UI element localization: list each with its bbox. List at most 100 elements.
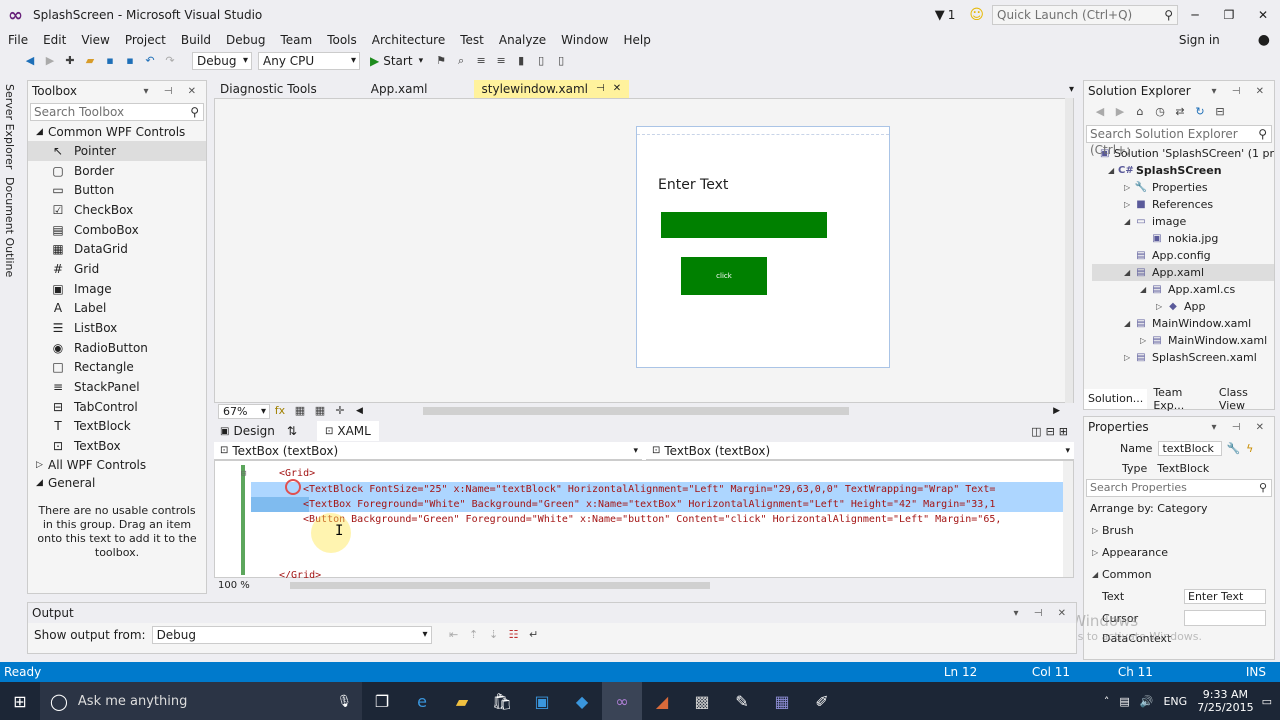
tree-node[interactable]: ◢ C# SplashSCreen [1092, 162, 1274, 179]
text-property-input[interactable]: Enter Text [1184, 588, 1266, 604]
undo-icon[interactable]: ↶ [142, 53, 158, 69]
split-horizontal-icon[interactable]: ⊟ [1046, 425, 1055, 438]
toolbox-item-textbox[interactable]: ⊡ TextBox [28, 436, 206, 456]
notification-count[interactable]: 1 [948, 8, 956, 22]
menu-architecture[interactable]: Architecture [368, 33, 449, 47]
tree-node[interactable]: ◢ ▤ App.xaml [1092, 264, 1274, 281]
minimize-button[interactable]: ─ [1178, 8, 1212, 22]
menu-edit[interactable]: Edit [39, 33, 70, 47]
split-vertical-icon[interactable]: ◫ [1031, 425, 1041, 438]
configuration-select[interactable]: Debug [192, 52, 252, 70]
sign-in-link[interactable]: Sign in [1175, 33, 1224, 47]
tab-stylewindow-xaml[interactable]: stylewindow.xaml ⊣ ✕ [473, 80, 630, 98]
sync-icon[interactable]: ⇄ [1172, 104, 1188, 120]
app-icon-2[interactable]: ◆ [562, 682, 602, 720]
tab-diagnostic-tools[interactable]: Diagnostic Tools [212, 80, 325, 98]
right-code-combo[interactable]: ⊡ TextBox (textBox) ▾ [646, 442, 1074, 460]
swap-panes-icon[interactable]: ⇅ [287, 424, 297, 438]
toolbox-item-datagrid[interactable]: ▦ DataGrid [28, 239, 206, 259]
app-icon-7[interactable]: ✐ [802, 682, 842, 720]
find-icon[interactable]: ⌕ [453, 53, 469, 69]
home-icon[interactable]: ⌂ [1132, 104, 1148, 120]
forward-icon[interactable]: ▶ [42, 53, 58, 69]
tree-expander-icon[interactable]: ▷ [1124, 183, 1134, 192]
toolbox-item-combobox[interactable]: ▤ ComboBox [28, 220, 206, 240]
tree-node[interactable]: ▣ nokia.jpg [1092, 230, 1274, 247]
clock[interactable]: 9:33 AM 7/25/2015 [1197, 688, 1253, 714]
tree-node[interactable]: ▷ 🔧 Properties [1092, 179, 1274, 196]
maximize-button[interactable]: ❐ [1212, 8, 1246, 22]
app-icon-1[interactable]: ▣ [522, 682, 562, 720]
design-tab[interactable]: ▣ Design [220, 424, 275, 438]
grid-icon[interactable]: ▦ [292, 403, 308, 419]
tree-node[interactable]: ▷ ◆ App [1092, 298, 1274, 315]
toolbox-item-checkbox[interactable]: ☑ CheckBox [28, 200, 206, 220]
menu-view[interactable]: View [77, 33, 113, 47]
toolbox-item-listbox[interactable]: ☰ ListBox [28, 318, 206, 338]
panel-controls-icon[interactable]: ▾ ⊣ ✕ [1014, 608, 1072, 619]
solution-search-input[interactable]: Search Solution Explorer (Ctrl+; ⚲ [1086, 125, 1272, 157]
store-icon[interactable]: 🛍 [482, 682, 522, 720]
comment-icon[interactable]: ≡ [473, 53, 489, 69]
menu-window[interactable]: Window [557, 33, 612, 47]
tab-team-explorer[interactable]: Team Exp... [1147, 386, 1217, 412]
attach-icon[interactable]: ⚑ [433, 53, 449, 69]
bookmark-icon[interactable]: ▮ [513, 53, 529, 69]
toolbox-search-input[interactable]: Search Toolbox ⚲ [30, 103, 204, 121]
smiley-icon[interactable]: ☺ [969, 7, 984, 23]
snap-lines-icon[interactable]: ✛ [332, 403, 348, 419]
hscroll-right-icon[interactable]: ▶ [1053, 406, 1060, 416]
group-common-wpf[interactable]: ◢ Common WPF Controls [28, 123, 206, 141]
collapse-pane-icon[interactable]: ⊞ [1059, 425, 1068, 438]
tree-expander-icon[interactable]: ▷ [1156, 302, 1166, 311]
tree-expander-icon[interactable]: ◢ [1108, 166, 1118, 175]
new-project-icon[interactable]: ✚ [62, 53, 78, 69]
user-icon[interactable]: ● [1254, 32, 1274, 48]
menu-project[interactable]: Project [121, 33, 170, 47]
xaml-tab[interactable]: ⊡ XAML [316, 421, 379, 441]
toolbox-item-label[interactable]: A Label [28, 299, 206, 319]
menu-test[interactable]: Test [456, 33, 488, 47]
forward-icon[interactable]: ▶ [1112, 104, 1128, 120]
tray-chevron-icon[interactable]: ˄ [1104, 695, 1110, 708]
toolbox-item-tabcontrol[interactable]: ⊟ TabControl [28, 397, 206, 417]
start-windows-icon[interactable]: ⊞ [0, 682, 40, 720]
preview-button[interactable]: click [681, 257, 767, 295]
redo-icon[interactable]: ↷ [162, 53, 178, 69]
tree-expander-icon[interactable]: ▷ [1124, 200, 1134, 209]
formula-icon[interactable]: fx [272, 403, 288, 419]
start-button[interactable]: ▶ Start ▾ [370, 54, 423, 68]
menu-analyze[interactable]: Analyze [495, 33, 550, 47]
app-icon-3[interactable]: ◢ [642, 682, 682, 720]
tree-expander-icon[interactable]: ▷ [1140, 336, 1150, 345]
toolbox-item-button[interactable]: ▭ Button [28, 180, 206, 200]
toolbox-item-image[interactable]: ▣ Image [28, 279, 206, 299]
snap-grid-icon[interactable]: ▦ [312, 403, 328, 419]
prev-message-icon[interactable]: ⇡ [466, 627, 482, 643]
history-icon[interactable]: ◷ [1152, 104, 1168, 120]
tree-expander-icon[interactable]: ▷ [1124, 353, 1134, 362]
server-explorer-tab[interactable]: Server Explorer [0, 80, 19, 173]
tree-node[interactable]: ▷ ▤ SplashScreen.xaml [1092, 349, 1274, 366]
designer-hscroll[interactable] [422, 407, 849, 415]
tree-node[interactable]: ▷ ▤ MainWindow.xaml [1092, 332, 1274, 349]
tree-node[interactable]: ◢ ▤ App.xaml.cs [1092, 281, 1274, 298]
menu-debug[interactable]: Debug [222, 33, 269, 47]
tab-solution[interactable]: Solution... [1084, 389, 1148, 409]
tree-node[interactable]: ▤ App.config [1092, 247, 1274, 264]
editor-vscroll[interactable] [1063, 461, 1073, 577]
panel-controls-icon[interactable]: ▾ ⊣ ✕ [144, 86, 202, 97]
toolbox-item-radiobutton[interactable]: ◉ RadioButton [28, 338, 206, 358]
toolbox-item-stackpanel[interactable]: ≡ StackPanel [28, 377, 206, 397]
group-general[interactable]: ◢ General [28, 474, 206, 492]
network-icon[interactable]: ▤ [1119, 695, 1129, 708]
events-icon[interactable]: ϟ [1246, 442, 1253, 455]
find-message-icon[interactable]: ⇤ [446, 627, 462, 643]
save-icon[interactable]: ▪ [102, 53, 118, 69]
menu-team[interactable]: Team [276, 33, 316, 47]
pin-icon[interactable]: ⊣ [596, 80, 605, 98]
tree-node[interactable]: ◢ ▤ MainWindow.xaml [1092, 315, 1274, 332]
tab-class-view[interactable]: Class View [1217, 386, 1274, 412]
clear-all-icon[interactable]: ☷ [506, 627, 522, 643]
name-input[interactable]: textBlock [1158, 440, 1223, 456]
